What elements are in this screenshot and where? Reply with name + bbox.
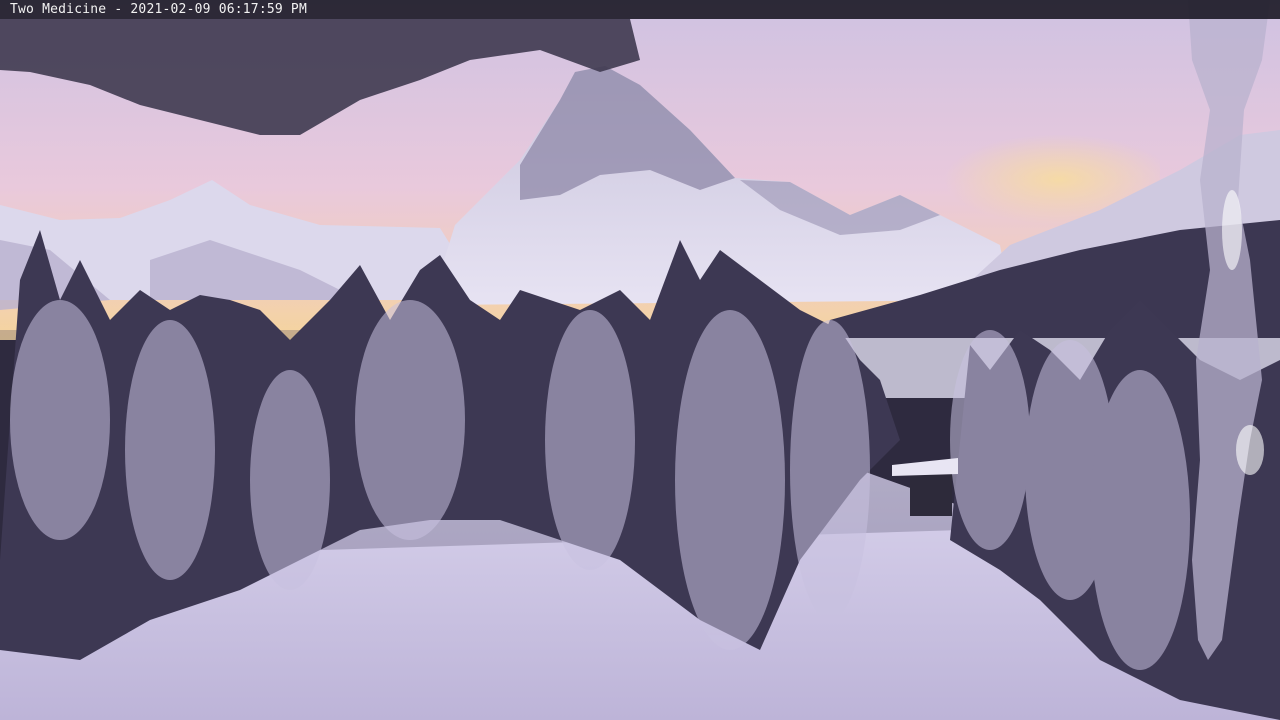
webcam-timestamp-caption: Two Medicine - 2021-02-09 06:17:59 PM	[10, 2, 307, 17]
webcam-scene	[0, 0, 1280, 720]
timestamp-overlay-bar: Two Medicine - 2021-02-09 06:17:59 PM	[0, 0, 1280, 19]
icicle-highlight	[1222, 190, 1242, 270]
icicle-highlight	[1236, 425, 1264, 475]
